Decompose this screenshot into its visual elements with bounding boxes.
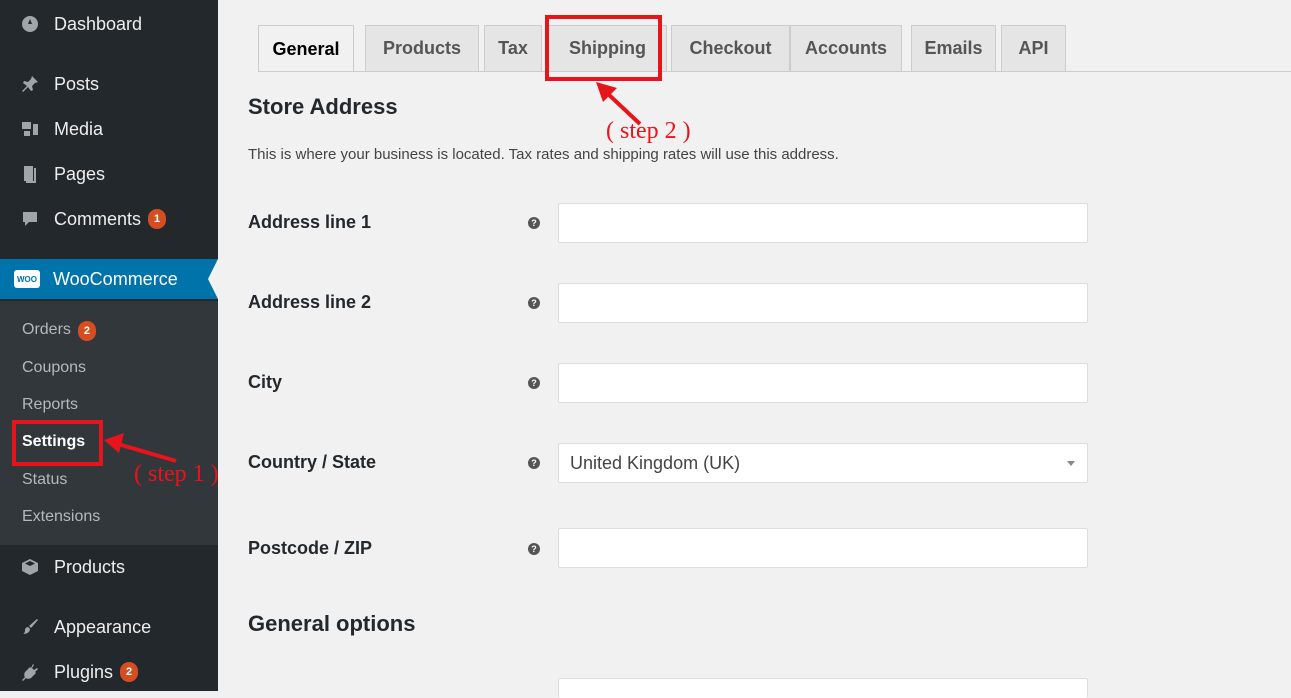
menu-label: Comments <box>54 208 142 229</box>
submenu-item-coupons[interactable]: Coupons <box>22 359 86 377</box>
active-menu-arrow <box>208 259 218 299</box>
submenu-item-extensions[interactable]: Extensions <box>22 508 100 526</box>
plug-icon <box>19 661 41 683</box>
country-state-label: Country / State <box>248 452 377 472</box>
step2-label: ( step 2 ) <box>606 118 691 144</box>
menu-label: Dashboard <box>54 13 143 34</box>
country-state-value: United Kingdom (UK) <box>570 452 741 473</box>
step2-highlight-box <box>545 15 662 81</box>
comments-count-badge: 1 <box>148 209 167 229</box>
menu-label: Pages <box>54 163 106 184</box>
plugins-count-badge: 2 <box>120 662 139 682</box>
woo-icon: WOO <box>14 270 40 288</box>
tab-products[interactable]: Products <box>365 25 479 71</box>
address-line-2-input[interactable] <box>558 283 1088 323</box>
submenu-label: Orders <box>22 321 71 338</box>
store-address-heading: Store Address <box>248 94 398 119</box>
submenu-item-orders[interactable]: Orders 2 <box>22 321 96 341</box>
menu-item-dashboard[interactable]: Dashboard <box>0 4 218 44</box>
menu-item-woocommerce[interactable]: WOO WooCommerce <box>0 259 218 299</box>
menu-label: WooCommerce <box>53 268 178 289</box>
comment-icon <box>19 208 41 230</box>
menu-label: Media <box>54 118 104 139</box>
submenu-item-status[interactable]: Status <box>22 471 67 489</box>
admin-sidebar: Dashboard Posts Media Pages Comments 1 W… <box>0 0 218 691</box>
dashboard-icon <box>19 13 41 35</box>
city-label: City <box>248 372 283 392</box>
help-icon[interactable]: ? <box>528 543 540 555</box>
tab-tax[interactable]: Tax <box>484 25 542 71</box>
submenu-item-reports[interactable]: Reports <box>22 396 78 414</box>
menu-item-pages[interactable]: Pages <box>0 154 218 194</box>
menu-item-appearance[interactable]: Appearance <box>0 607 218 647</box>
orders-count-badge: 2 <box>77 321 96 341</box>
tabs-divider <box>258 71 1291 72</box>
tab-general[interactable]: General <box>258 25 354 72</box>
address-line-1-input[interactable] <box>558 203 1088 243</box>
help-icon[interactable]: ? <box>528 297 540 309</box>
menu-item-media[interactable]: Media <box>0 109 218 149</box>
store-address-description: This is where your business is located. … <box>248 146 839 163</box>
settings-content: General Products Tax Shipping Checkout A… <box>218 0 1291 698</box>
help-icon[interactable]: ? <box>528 217 540 229</box>
pin-icon <box>19 73 41 95</box>
tab-accounts[interactable]: Accounts <box>790 25 902 71</box>
step1-highlight-box <box>12 420 103 466</box>
menu-label: Products <box>54 556 126 577</box>
pages-icon <box>19 163 41 185</box>
menu-item-plugins[interactable]: Plugins 2 <box>0 652 218 691</box>
postcode-label: Postcode / ZIP <box>248 538 373 558</box>
tab-api[interactable]: API <box>1001 25 1066 71</box>
general-options-heading: General options <box>248 611 416 636</box>
country-state-select[interactable]: United Kingdom (UK) <box>558 443 1088 483</box>
menu-label: Appearance <box>54 616 152 637</box>
tab-checkout[interactable]: Checkout <box>671 25 790 71</box>
address-line-1-label: Address line 1 <box>248 212 372 232</box>
menu-label: Posts <box>54 73 100 94</box>
city-input[interactable] <box>558 363 1088 403</box>
chevron-down-icon <box>1067 461 1075 466</box>
menu-item-posts[interactable]: Posts <box>0 64 218 104</box>
tab-emails[interactable]: Emails <box>911 25 996 71</box>
menu-item-products[interactable]: Products <box>0 547 218 587</box>
step1-label: ( step 1 ) <box>134 461 219 487</box>
menu-label: Plugins <box>54 661 114 682</box>
postcode-input[interactable] <box>558 528 1088 568</box>
box-icon <box>19 556 41 578</box>
help-icon[interactable]: ? <box>528 457 540 469</box>
brush-icon <box>19 616 41 638</box>
help-icon[interactable]: ? <box>528 377 540 389</box>
address-line-2-label: Address line 2 <box>248 292 372 312</box>
selling-locations-field-partial[interactable] <box>558 678 1088 698</box>
menu-item-comments[interactable]: Comments 1 <box>0 199 218 239</box>
media-icon <box>19 118 41 140</box>
